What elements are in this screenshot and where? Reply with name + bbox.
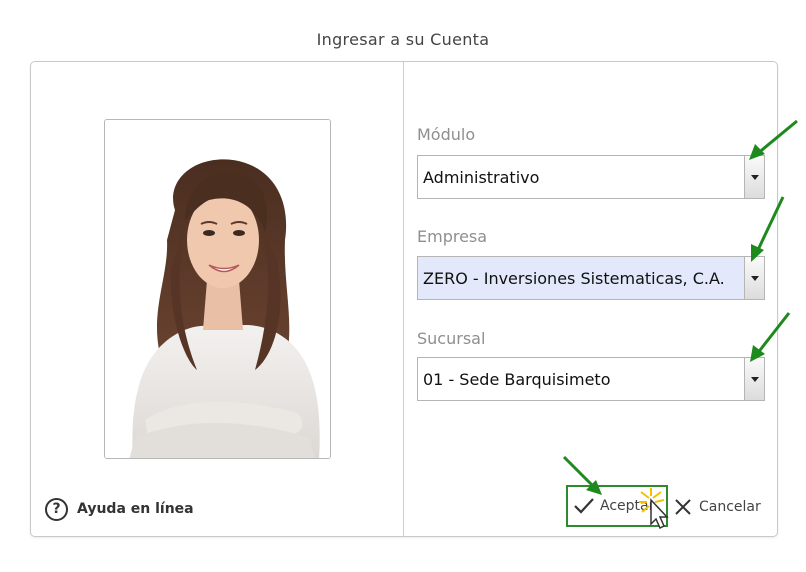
cancel-button[interactable]: Cancelar: [673, 492, 761, 522]
online-help-link[interactable]: ? Ayuda en línea: [45, 496, 194, 522]
annotation-arrow-icon: [749, 119, 798, 160]
sucursal-label: Sucursal: [417, 329, 486, 348]
empresa-select[interactable]: ZERO - Inversiones Sistematicas, C.A.: [417, 256, 765, 300]
empresa-label: Empresa: [417, 227, 488, 246]
dialog-title: Ingresar a su Cuenta: [316, 30, 490, 49]
annotation-arrow-icon: [751, 196, 785, 262]
cancel-label: Cancelar: [699, 499, 761, 515]
modulo-dropdown-button[interactable]: [744, 156, 764, 198]
modulo-value: Administrativo: [423, 167, 540, 187]
sucursal-select[interactable]: 01 - Sede Barquisimeto: [417, 357, 765, 401]
annotation-arrow-icon: [750, 312, 791, 362]
chevron-down-icon: [750, 275, 759, 281]
chevron-down-icon: [750, 174, 759, 180]
sucursal-value: 01 - Sede Barquisimeto: [423, 369, 611, 389]
checkmark-icon: [574, 498, 594, 514]
mouse-cursor-icon: [639, 488, 669, 530]
user-photo: [104, 119, 331, 459]
close-icon: [675, 499, 691, 515]
modulo-select[interactable]: Administrativo: [417, 155, 765, 199]
sucursal-dropdown-button[interactable]: [744, 358, 764, 400]
annotation-arrow-icon: [562, 455, 602, 495]
empresa-value: ZERO - Inversiones Sistematicas, C.A.: [423, 268, 725, 288]
panel-divider: [403, 62, 404, 536]
question-circle-icon: ?: [45, 497, 68, 521]
chevron-down-icon: [750, 376, 759, 382]
modulo-label: Módulo: [417, 125, 476, 144]
help-label: Ayuda en línea: [77, 501, 194, 517]
login-panel: ? Ayuda en línea Módulo Administrativo E…: [30, 61, 778, 537]
woman-portrait-image: [105, 120, 330, 458]
